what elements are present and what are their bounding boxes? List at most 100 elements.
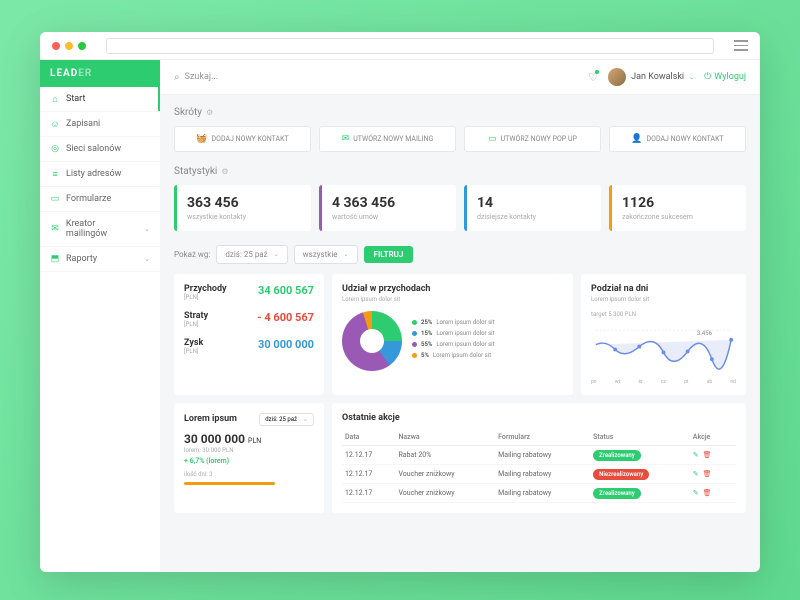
gear-icon[interactable]: ⚙ [221,167,228,176]
topbar: ⌕Szukaj... ♡ Jan Kowalski⌄ ⏻Wyloguj [160,60,760,95]
cell-actions: ✎🗑 [690,484,736,503]
legend-text: Lorem ipsum dolor sit [436,341,494,348]
table-row: 12.12.17Voucher zniżkowyMailing rabatowy… [342,484,736,503]
table-row: 12.12.17Voucher zniżkowyMailing rabatowy… [342,465,736,484]
url-bar[interactable] [106,38,714,54]
sidebar: LEADER ⌂Start ☺Zapisani ◎Sieci salonów ≡… [40,60,160,572]
legend-item: 25% Lorem ipsum dolor sit [412,319,495,326]
chart-legend: 25% Lorem ipsum dolor sit15% Lorem ipsum… [412,319,495,363]
sidebar-label: Formularze [66,194,111,204]
cell-form: Mailing rabatowy [495,465,590,484]
sidebar-item-networks[interactable]: ◎Sieci salonów [40,137,160,162]
card-subtitle: Lorem ipsum dolor sit [591,296,736,303]
sidebar-item-reports[interactable]: ⬒Raporty⌄ [40,247,160,272]
chevron-down-icon: ⌄ [689,74,694,81]
cell-status: Zrealizowany [590,484,690,503]
summary-value: 30 000 000 PLN [184,432,314,446]
close-icon[interactable] [52,42,60,50]
x-tick: śr [638,379,642,385]
sidebar-item-start[interactable]: ⌂Start [40,87,160,112]
shortcut-icon: ✉ [342,134,350,144]
cell-form: Mailing rabatowy [495,484,590,503]
menu-icon[interactable] [734,40,748,51]
cell-date: 12.12.17 [342,465,395,484]
shortcuts-title: Skróty⚙ [174,107,746,118]
app-window: LEADER ⌂Start ☺Zapisani ◎Sieci salonów ≡… [40,32,760,572]
delete-icon[interactable]: 🗑 [703,451,712,459]
form-icon: ▭ [50,194,60,204]
filter-label: Pokaż wg: [174,250,210,259]
sidebar-item-forms[interactable]: ▭ Formularze [40,187,160,212]
table-header: Data [342,429,395,446]
logo-text: LEAD [50,68,78,79]
legend-pct: 5% [421,352,429,359]
date-select[interactable]: dziś: 25 paź⌄ [216,245,287,264]
x-tick: cz [661,379,666,385]
legend-text: Lorem ipsum dolor sit [436,319,494,326]
shortcut-button[interactable]: ▭UTWÓRZ NOWY POP UP [464,126,601,152]
shortcut-button[interactable]: 👤DODAJ NOWY KONTAKT [609,126,746,152]
stat-card: 1126zakończone sukcesem [609,185,746,231]
notifications-icon[interactable]: ♡ [588,71,598,84]
delete-icon[interactable]: 🗑 [703,489,712,497]
stat-card: 14dzisiejsze kontakty [464,185,601,231]
finance-row: 34 600 567Przychody[PLN] [184,284,314,301]
status-badge: Niezrealizowany [593,469,649,480]
shortcut-label: UTWÓRZ NOWY MAILING [353,135,433,143]
x-tick: pn [591,379,597,385]
edit-icon[interactable]: ✎ [693,470,699,478]
status-badge: Zrealizowany [593,450,641,461]
cell-form: Mailing rabatowy [495,446,590,465]
gear-icon[interactable]: ⚙ [206,108,213,117]
sidebar-label: Raporty [66,254,97,264]
titlebar [40,32,760,60]
shortcut-label: DODAJ NOWY KONTAKT [647,135,724,143]
edit-icon[interactable]: ✎ [693,489,699,497]
shortcut-button[interactable]: 🧺DODAJ NOWY KONTAKT [174,126,311,152]
x-tick: sb [707,379,712,385]
window-controls [52,42,86,50]
home-icon: ⌂ [50,94,60,104]
maximize-icon[interactable] [78,42,86,50]
date-select[interactable]: dziś: 25 paź⌄ [259,413,314,426]
legend-dot [412,320,417,325]
sidebar-label: Zapisani [66,119,100,129]
sidebar-item-lists[interactable]: ≡Listy adresów [40,162,160,187]
type-select[interactable]: wszystkie⌄ [294,245,358,264]
users-icon: ☺ [50,119,60,129]
filters: Pokaż wg: dziś: 25 paź⌄ wszystkie⌄ FILTR… [174,245,746,264]
main-content: ⌕Szukaj... ♡ Jan Kowalski⌄ ⏻Wyloguj Skró… [160,60,760,572]
revenue-share-card: Udział w przychodach Lorem ipsum dolor s… [332,274,573,395]
sidebar-label: Sieci salonów [66,144,121,154]
legend-text: Lorem ipsum dolor sit [433,352,491,359]
search-placeholder: Szukaj... [185,72,219,82]
x-tick: wt [615,379,620,385]
x-tick: nd [730,379,736,385]
card-title: Podział na dni [591,284,736,294]
user-menu[interactable]: Jan Kowalski⌄ [608,68,694,86]
search-input[interactable]: ⌕Szukaj... [174,72,578,83]
days-label: ilość dni: 3 [184,471,314,478]
target-label: target 5 300 PLN [591,311,736,318]
minimize-icon[interactable] [65,42,73,50]
cell-date: 12.12.17 [342,484,395,503]
sidebar-item-subscribers[interactable]: ☺ Zapisani [40,112,160,137]
legend-text: Lorem ipsum dolor sit [436,330,494,337]
card-title: Ostatnie akcje [342,413,736,423]
stat-label: dzisiejsze kontakty [477,213,591,221]
legend-pct: 25% [421,319,432,326]
chevron-down-icon: ⌄ [144,255,150,263]
delete-icon[interactable]: 🗑 [703,470,712,478]
cell-date: 12.12.17 [342,446,395,465]
shortcut-button[interactable]: ✉UTWÓRZ NOWY MAILING [319,126,456,152]
stat-label: wszystkie kontakty [187,213,301,221]
sidebar-item-mailing[interactable]: ✉Kreator mailingów⌄ [40,212,160,247]
filter-button[interactable]: FILTRUJ [364,246,414,263]
edit-icon[interactable]: ✎ [693,451,699,459]
x-axis: pnwtśrczptsbnd [591,379,736,385]
legend-dot [412,353,417,358]
stat-card: 363 456wszystkie kontakty [174,185,311,231]
logout-button[interactable]: ⏻Wyloguj [704,72,746,82]
cell-actions: ✎🗑 [690,465,736,484]
avatar [608,68,626,86]
